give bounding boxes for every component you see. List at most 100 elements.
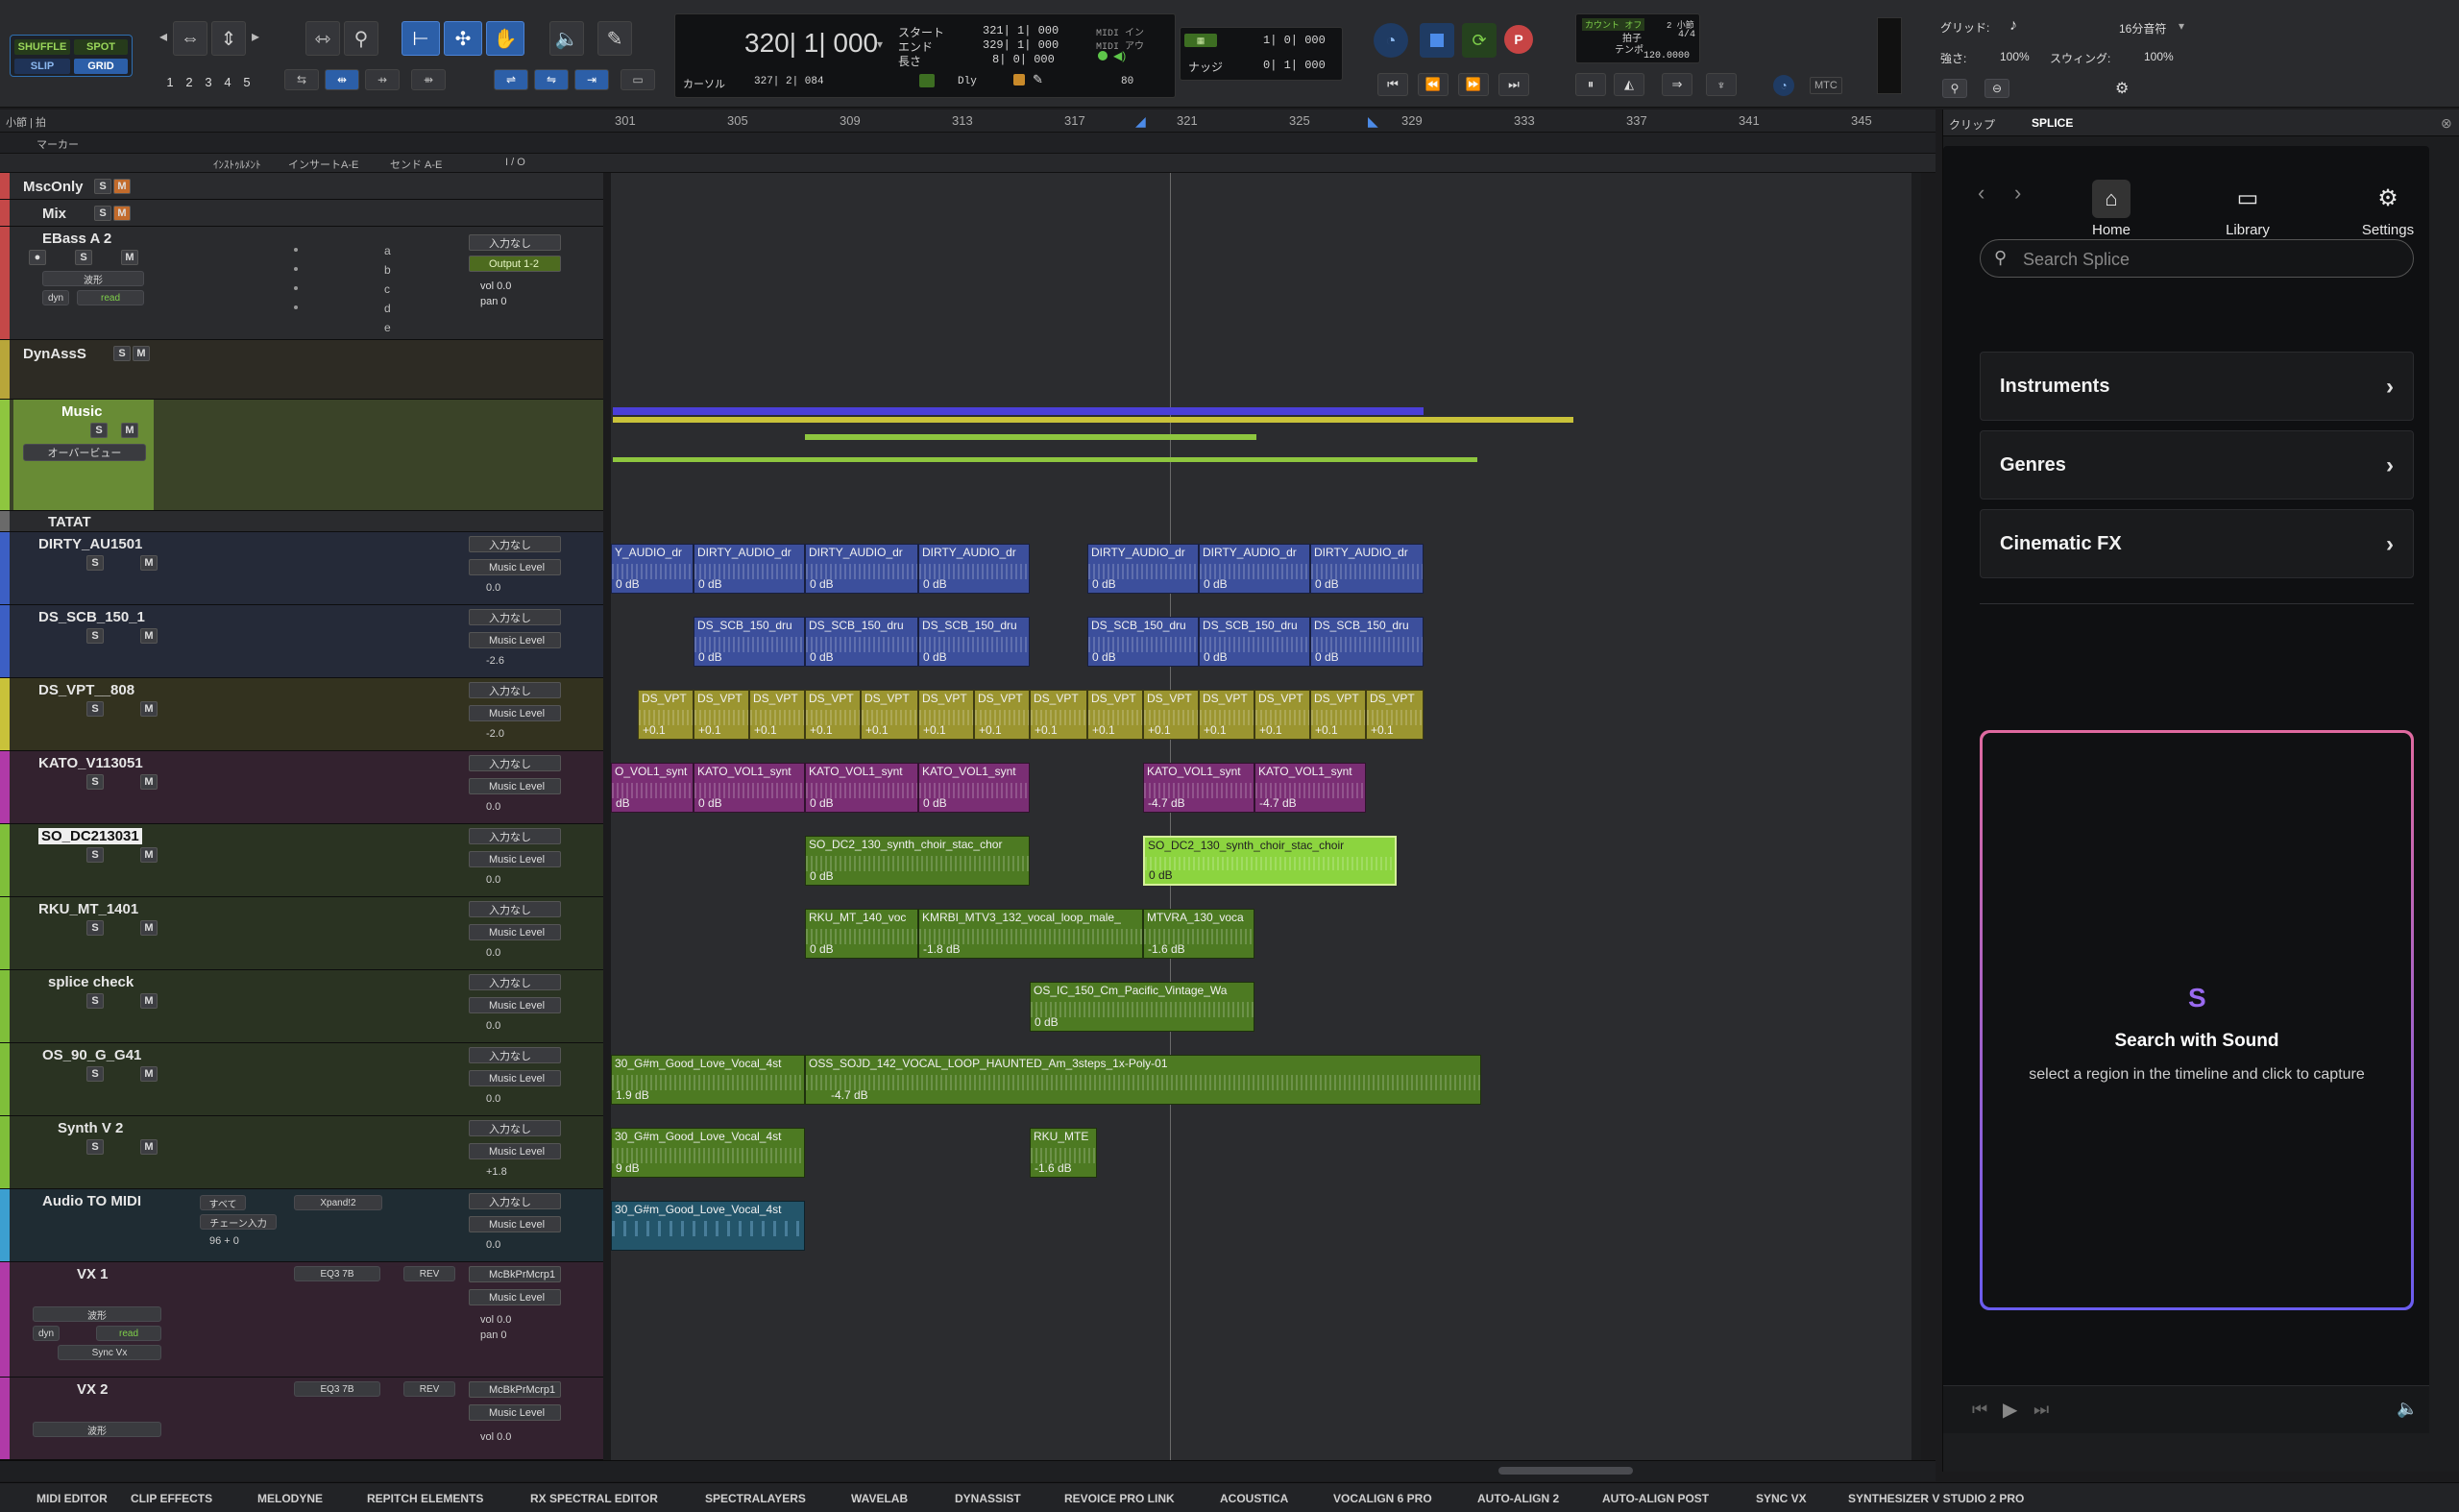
volume-value[interactable]: 0.0 — [486, 874, 500, 886]
solo-button[interactable]: S — [113, 346, 131, 361]
solo-button[interactable]: S — [86, 993, 104, 1009]
input-selector[interactable]: 入力なし — [469, 974, 561, 990]
zoom-horizontal-icon[interactable]: ⇔ — [173, 21, 207, 56]
track-name[interactable]: EBass A 2 — [42, 231, 111, 247]
output-selector[interactable]: Music Level — [469, 1143, 561, 1159]
track-kato[interactable]: KATO_V113051 S M 入力なし Music Level 0.0 — [0, 751, 603, 824]
record-arm-button[interactable]: ● — [29, 250, 46, 265]
send-reverb-slot[interactable]: REV — [403, 1266, 455, 1281]
search-with-sound-card[interactable]: S Search with Sound select a region in t… — [1980, 730, 2414, 1310]
overview-selector[interactable]: オーバービュー — [23, 444, 146, 461]
bottom-tab[interactable]: SYNC VX — [1756, 1492, 1807, 1505]
track-view-selector[interactable]: 波形 — [33, 1422, 161, 1437]
track-name[interactable]: Music — [61, 403, 103, 420]
zoom-preset-1[interactable]: 1 — [161, 73, 179, 90]
track-ds-vpt[interactable]: DS_VPT__808 S M 入力なし Music Level -2.0 — [0, 678, 603, 751]
bottom-tab[interactable]: WAVELAB — [851, 1492, 908, 1505]
end-value[interactable]: 329| 1| 000 — [983, 38, 1059, 52]
output-selector[interactable]: Music Level — [469, 1289, 561, 1305]
spot-mode-button[interactable]: SPOT — [74, 39, 128, 55]
volume-icon[interactable]: 🔈 — [2397, 1399, 2418, 1419]
bottom-tab[interactable]: AUTO-ALIGN POST — [1602, 1492, 1709, 1505]
solo-button[interactable]: S — [94, 206, 111, 221]
stop-icon[interactable] — [1420, 23, 1454, 58]
track-audio-to-midi[interactable]: Audio TO MIDI すべて チェーン入力 96 + 0 Xpand!2 … — [0, 1189, 603, 1262]
track-name[interactable]: splice check — [48, 974, 134, 990]
track-view-selector[interactable]: 波形 — [33, 1306, 161, 1322]
audio-clip[interactable]: DIRTY_AUDIO_dr 0 dB — [694, 544, 805, 594]
send-slot[interactable]: a — [384, 244, 391, 257]
track-name[interactable]: DynAssS — [23, 346, 86, 362]
input-selector[interactable]: 入力なし — [469, 234, 561, 251]
input-selector[interactable]: 入力なし — [469, 828, 561, 844]
quantize-settings-gear-icon[interactable]: ⚙ — [2115, 79, 2129, 98]
solo-button[interactable]: S — [86, 1139, 104, 1155]
tempo-ruler-icon[interactable]: ⇒ — [1662, 73, 1692, 96]
bottom-tab[interactable]: DYNASSIST — [955, 1492, 1021, 1505]
input-selector[interactable]: 入力なし — [469, 536, 561, 552]
volume-value[interactable]: 0.0 — [497, 1431, 511, 1443]
audio-clip[interactable]: DS_VPT +0.1 — [1143, 690, 1199, 740]
bottom-tab[interactable]: MELODYNE — [257, 1492, 323, 1505]
input-selector[interactable]: 入力なし — [469, 682, 561, 698]
zoom-preset-2[interactable]: 2 — [181, 73, 198, 90]
scrubber-speaker-icon[interactable]: 🔈 — [549, 21, 584, 56]
volume-value[interactable]: 0.0 — [486, 801, 500, 813]
insert-slot[interactable] — [294, 305, 298, 309]
mute-button[interactable]: M — [140, 920, 158, 936]
zoom-out-arrow-icon[interactable]: ◂ — [159, 27, 167, 46]
bottom-tab[interactable]: SYNTHESIZER V STUDIO 2 PRO — [1848, 1492, 2024, 1505]
volume-value[interactable]: 0.0 — [497, 1314, 511, 1326]
track-name[interactable]: SO_DC213031 — [38, 828, 142, 844]
audio-clip[interactable]: O_VOL1_synt dB — [611, 763, 694, 813]
track-ds-scb[interactable]: DS_SCB_150_1 S M 入力なし Music Level -2.6 — [0, 605, 603, 678]
forward-arrow-icon[interactable]: › — [2014, 181, 2021, 206]
vertical-scrollbar[interactable] — [1911, 173, 1921, 1460]
audio-clip[interactable]: DS_VPT +0.1 — [1366, 690, 1424, 740]
track-rku-mt[interactable]: RKU_MT_1401 S M 入力なし Music Level 0.0 — [0, 897, 603, 970]
solo-button[interactable]: S — [86, 774, 104, 790]
sync-vx-selector[interactable]: Sync Vx — [58, 1345, 161, 1360]
audio-clip[interactable]: RKU_MTE -1.6 dB — [1030, 1128, 1097, 1178]
search-input[interactable]: ⚲ Search Splice — [1980, 239, 2414, 278]
audio-clip[interactable]: KATO_VOL1_synt -4.7 dB — [1254, 763, 1366, 813]
audio-clip[interactable]: KATO_VOL1_synt 0 dB — [805, 763, 918, 813]
mtc-button[interactable]: MTC — [1810, 77, 1842, 94]
solo-button[interactable]: S — [86, 555, 104, 571]
audio-clip[interactable]: DS_VPT +0.1 — [1087, 690, 1143, 740]
wait-for-note-icon[interactable]: ⏸ — [1575, 73, 1606, 96]
ruler-bars-beats[interactable]: 小節 | 拍 301 305 309 313 317 321 325 329 3… — [0, 110, 1936, 133]
mute-button[interactable]: M — [140, 993, 158, 1009]
output-selector[interactable]: Music Level — [469, 705, 561, 721]
mirror-midi-icon[interactable]: ⇻ — [411, 69, 446, 90]
audio-clip[interactable]: DS_VPT +0.1 — [974, 690, 1030, 740]
audio-clip[interactable]: DS_VPT +0.1 — [861, 690, 918, 740]
mute-button[interactable]: M — [140, 555, 158, 571]
track-name[interactable]: DS_SCB_150_1 — [38, 609, 145, 625]
trim-tool-icon[interactable]: ⊢ — [402, 21, 440, 56]
track-vx2[interactable]: VX 2 EQ3 7B REV 波形 McBkPrMcrp1 Music Lev… — [0, 1378, 603, 1460]
track-name[interactable]: OS_90_G_G41 — [42, 1047, 141, 1063]
track-dirty-audio[interactable]: DIRTY_AU1501 S M 入力なし Music Level 0.0 — [0, 532, 603, 605]
nav-settings[interactable]: ⚙ Settings — [2345, 175, 2431, 242]
mute-button[interactable]: M — [140, 1139, 158, 1155]
mute-button[interactable]: M — [133, 346, 150, 361]
track-name[interactable]: Audio TO MIDI — [42, 1193, 141, 1209]
input-selector[interactable]: McBkPrMcrp1 — [469, 1266, 561, 1282]
timeline-area[interactable] — [611, 173, 1921, 1460]
conductor-icon[interactable]: ♆ — [1706, 73, 1737, 96]
close-panel-icon[interactable]: ⊗ — [2441, 115, 2452, 132]
audio-clip[interactable]: DS_SCB_150_dru 0 dB — [1199, 617, 1310, 667]
bottom-tab[interactable]: RX SPECTRAL EDITOR — [530, 1492, 658, 1505]
volume-value[interactable]: 0.0 — [486, 1093, 500, 1105]
category-genres[interactable]: Genres › — [1980, 430, 2414, 500]
audio-clip[interactable]: DS_VPT +0.1 — [1199, 690, 1254, 740]
audio-clip[interactable]: KMRBI_MTV3_132_vocal_loop_male_ -1.8 dB — [918, 909, 1143, 959]
counter-dropdown-icon[interactable]: ▾ — [877, 37, 883, 51]
previous-icon[interactable]: ⏮ — [1972, 1400, 1987, 1420]
audio-clip[interactable]: DS_VPT +0.1 — [749, 690, 805, 740]
send-slot[interactable]: e — [384, 321, 391, 334]
selected-clip[interactable]: SO_DC2_130_synth_choir_stac_choir 0 dB — [1143, 836, 1397, 886]
sync-icon[interactable]: ◔ — [1773, 75, 1794, 96]
solo-button[interactable]: S — [90, 423, 108, 438]
